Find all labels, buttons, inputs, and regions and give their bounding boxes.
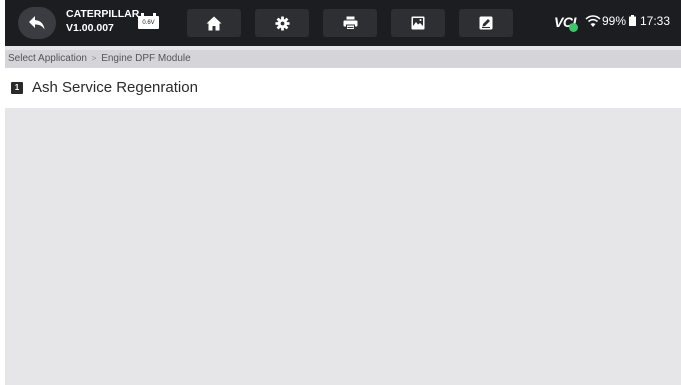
list-item-label: Ash Service Regenration	[32, 79, 198, 96]
list-item[interactable]: 1 Ash Service Regenration	[5, 68, 681, 108]
home-button[interactable]	[187, 9, 241, 37]
battery-icon	[629, 15, 636, 26]
print-button[interactable]	[323, 9, 377, 37]
settings-button[interactable]	[255, 9, 309, 37]
wifi-icon	[585, 15, 601, 27]
app-name: CATERPILLAR	[66, 8, 140, 20]
battery-percent: 99%	[602, 14, 627, 28]
image-icon	[411, 16, 425, 30]
edit-icon	[479, 16, 493, 30]
vehicle-battery-indicator: 0.6V	[138, 13, 159, 30]
clock: 17:33	[640, 14, 671, 28]
breadcrumb-separator: >	[91, 54, 97, 63]
printer-icon	[343, 16, 357, 30]
screenshot-button[interactable]	[391, 9, 445, 37]
vci-status: VCI	[554, 13, 578, 32]
battery-voltage: 0.6V	[142, 19, 155, 26]
top-bar: CATERPILLAR V1.00.007 0.6V VCI 99% 17:33	[5, 0, 681, 46]
gear-icon	[274, 15, 290, 31]
app-screen: CATERPILLAR V1.00.007 0.6V VCI 99% 17:33…	[5, 0, 681, 385]
list-item-number: 1	[11, 82, 23, 94]
vci-connected-dot	[569, 23, 578, 32]
back-arrow-icon	[29, 16, 45, 30]
breadcrumb: Select Application > Engine DPF Module	[5, 50, 681, 68]
report-button[interactable]	[459, 9, 513, 37]
breadcrumb-root[interactable]: Select Application	[8, 53, 87, 64]
breadcrumb-current: Engine DPF Module	[101, 53, 191, 64]
home-icon	[206, 16, 222, 30]
battery-body: 0.6V	[138, 16, 159, 29]
app-version: V1.00.007	[66, 22, 114, 34]
back-button[interactable]	[18, 7, 56, 39]
